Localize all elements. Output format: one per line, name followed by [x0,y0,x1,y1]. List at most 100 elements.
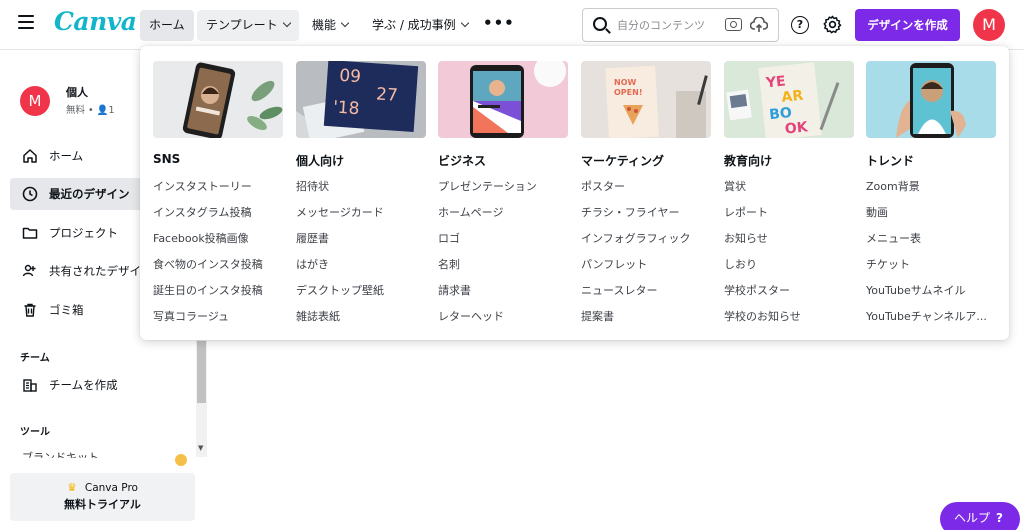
search-icon [593,17,607,31]
hamburger-menu-icon[interactable] [18,15,34,31]
top-navigation-bar: Canva ホーム テンプレート 機能 学ぶ / 成功事例 ••• ? デザイン… [0,0,1024,50]
menu-link[interactable]: デスクトップ壁紙 [296,282,426,300]
sidebar-item-label: ホーム [49,149,84,163]
nav-home[interactable]: ホーム [140,10,194,41]
account-plan: 無料 • 👤1 [66,105,115,116]
menu-column-education: YE AR BO OK 教育向け 賞状 レポート お知らせ しおり 学校ポスター… [724,61,854,326]
thumb-text: '18 [332,97,360,119]
menu-link[interactable]: ポスター [581,178,711,196]
menu-column-personal: 09 27 '18 個人向け 招待状 メッセージカード 履歴書 はがき デスクト… [296,61,426,326]
thumb-text: AR [781,88,804,106]
nav-learn-label: 学ぶ / 成功事例 [372,18,456,32]
menu-link[interactable]: ロゴ [438,230,568,248]
menu-link[interactable]: プレゼンテーション [438,178,568,196]
menu-link[interactable]: チラシ・フライヤー [581,204,711,222]
thumb-text: NOW [614,78,636,87]
canva-pro-trial-button[interactable]: ♛ Canva Pro 無料トライアル [10,473,195,521]
sidebar-item-create-team[interactable]: チームを作成 [10,369,196,401]
create-design-button[interactable]: デザインを作成 [855,9,960,41]
menu-link[interactable]: 履歴書 [296,230,426,248]
education-thumbnail[interactable]: YE AR BO OK [724,61,854,138]
menu-link[interactable]: 請求書 [438,282,568,300]
menu-link[interactable]: YouTubeサムネイル [866,282,996,300]
free-trial-label: 無料トライアル [64,498,141,511]
menu-title-business[interactable]: ビジネス [438,152,568,170]
chevron-down-icon [282,18,291,28]
question-mark-icon: ? [996,511,1003,525]
menu-column-business: ビジネス プレゼンテーション ホームページ ロゴ 名刺 請求書 レターヘッド [438,61,568,326]
menu-title-personal[interactable]: 個人向け [296,152,426,170]
nav-templates-label: テンプレート [206,18,278,32]
camera-search-icon[interactable] [725,18,742,31]
chevron-down-icon [340,18,350,28]
trends-thumbnail[interactable] [866,61,996,138]
menu-link[interactable]: ニュースレター [581,282,711,300]
menu-column-sns: SNS インスタストーリー インスタグラム投稿 Facebook投稿画像 食べ物… [153,61,283,326]
thumb-text: OK [784,119,809,137]
personal-thumbnail[interactable]: 09 27 '18 [296,61,426,138]
menu-link[interactable]: レターヘッド [438,308,568,326]
menu-title-sns[interactable]: SNS [153,152,283,170]
menu-link[interactable]: ホームページ [438,204,568,222]
menu-link[interactable]: Facebook投稿画像 [153,230,283,248]
menu-link[interactable]: インスタストーリー [153,178,283,196]
menu-link[interactable]: Zoom背景 [866,178,996,196]
menu-link[interactable]: 学校のお知らせ [724,308,854,326]
menu-link[interactable]: 招待状 [296,178,426,196]
thumb-text: 09 [339,66,362,87]
templates-dropdown-menu: SNS インスタストーリー インスタグラム投稿 Facebook投稿画像 食べ物… [140,46,1009,340]
search-input[interactable] [617,16,713,34]
nav-learn[interactable]: 学ぶ / 成功事例 [363,10,477,41]
menu-link[interactable]: しおり [724,256,854,274]
sidebar-item-brandkit[interactable]: ブランドキット [22,449,99,458]
account-avatar[interactable]: M [973,9,1005,41]
menu-link[interactable]: 賞状 [724,178,854,196]
menu-link[interactable]: 雑誌表紙 [296,308,426,326]
gear-icon[interactable] [823,15,842,34]
help-icon[interactable]: ? [791,16,809,34]
menu-link[interactable]: インフォグラフィック [581,230,711,248]
nav-templates[interactable]: テンプレート [197,10,299,41]
chevron-down-icon [460,18,469,28]
more-options-icon[interactable]: ••• [483,14,515,32]
menu-link[interactable]: パンフレット [581,256,711,274]
menu-link[interactable]: インスタグラム投稿 [153,204,283,222]
menu-link[interactable]: 動画 [866,204,996,222]
account-name: 個人 [66,86,88,99]
menu-link[interactable]: 名刺 [438,256,568,274]
tools-section-heading: ツール [20,427,50,438]
nav-features[interactable]: 機能 [303,10,357,41]
pro-title: Canva Pro [84,482,138,494]
help-button[interactable]: ヘルプ? [940,502,1020,530]
menu-link[interactable]: お知らせ [724,230,854,248]
menu-link[interactable]: 写真コラージュ [153,308,283,326]
marketing-thumbnail[interactable]: NOW OPEN! [581,61,711,138]
menu-link[interactable]: 提案書 [581,308,711,326]
sidebar-item-label: チームを作成 [49,378,118,392]
menu-link[interactable]: はがき [296,256,426,274]
menu-title-trends[interactable]: トレンド [866,152,996,170]
menu-link[interactable]: レポート [724,204,854,222]
menu-title-education[interactable]: 教育向け [724,152,854,170]
canva-logo[interactable]: Canva [54,7,137,36]
scroll-down-arrow-icon[interactable]: ▼ [198,444,203,452]
menu-link[interactable]: メッセージカード [296,204,426,222]
search-box[interactable] [582,8,779,42]
sidebar-item-label: 最近のデザイン [49,187,130,201]
sns-thumbnail[interactable] [153,61,283,138]
menu-link[interactable]: メニュー表 [866,230,996,248]
scrollbar-thumb[interactable] [197,341,206,403]
building-icon [23,379,37,392]
menu-title-marketing[interactable]: マーケティング [581,152,711,170]
nav-features-label: 機能 [312,18,337,32]
menu-link[interactable]: YouTubeチャンネルア... [866,308,996,326]
business-thumbnail[interactable] [438,61,568,138]
sidebar-item-label: ゴミ箱 [49,303,84,317]
menu-link[interactable]: 誕生日のインスタ投稿 [153,282,283,300]
sidebar-item-label: 共有されたデザイン [49,264,153,278]
menu-link[interactable]: 食べ物のインスタ投稿 [153,256,283,274]
upload-cloud-icon[interactable] [750,17,768,33]
clock-icon [22,186,38,202]
menu-link[interactable]: 学校ポスター [724,282,854,300]
menu-link[interactable]: チケット [866,256,996,274]
